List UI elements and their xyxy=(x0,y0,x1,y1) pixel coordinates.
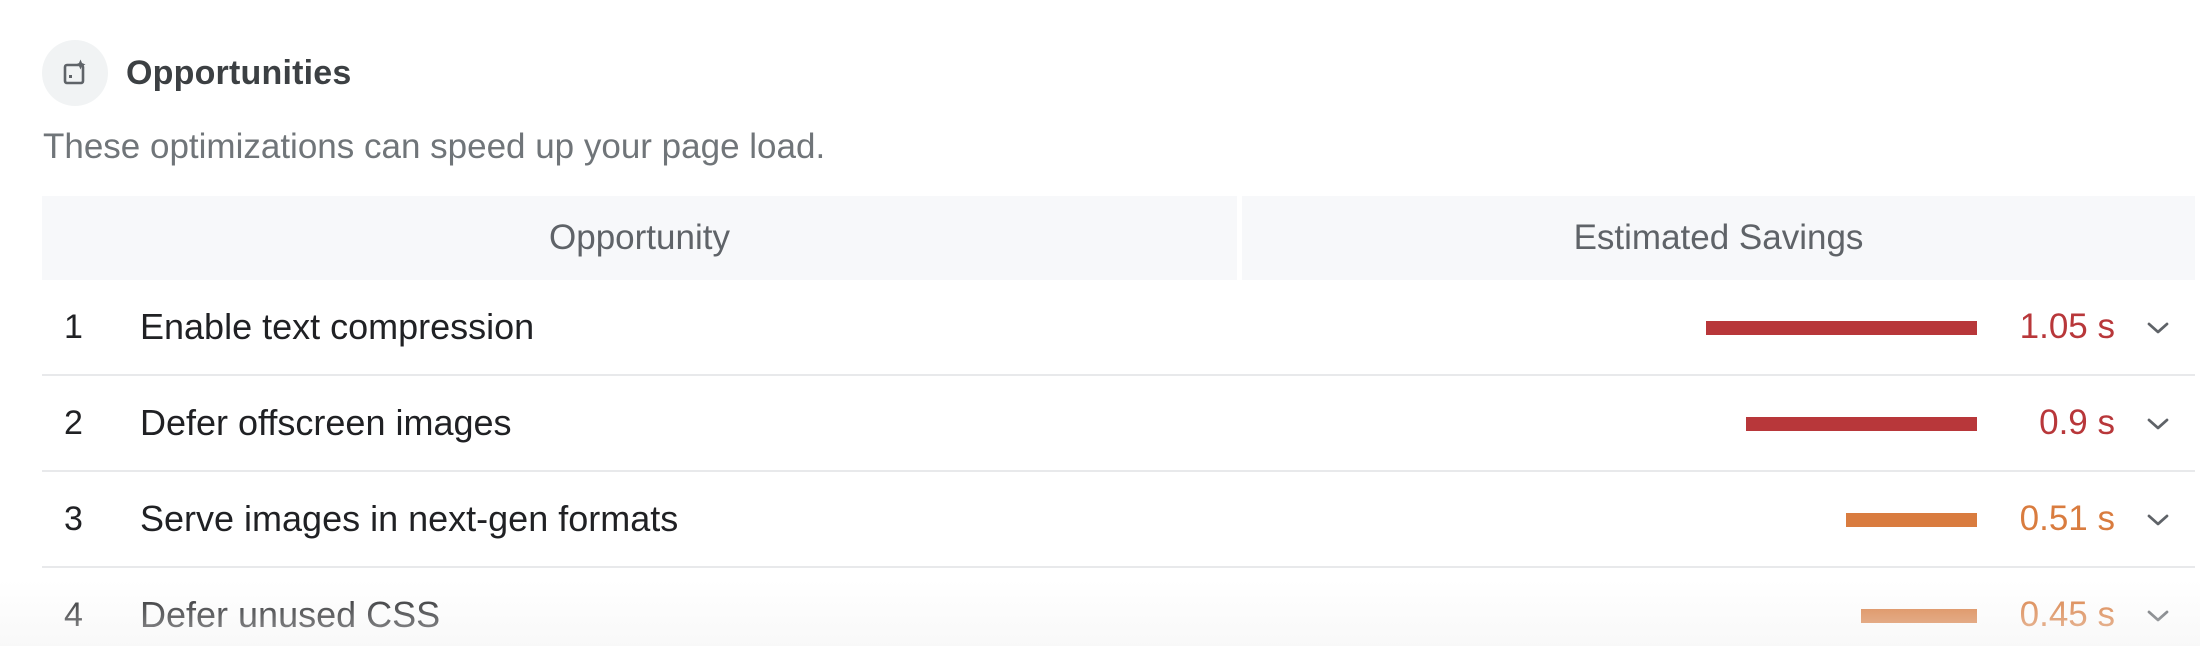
row-number: 3 xyxy=(64,499,83,538)
savings-bar xyxy=(1557,609,1977,623)
column-header-opportunity: Opportunity xyxy=(42,196,1237,280)
opportunities-table: Opportunity Estimated Savings 1 Enable t… xyxy=(42,196,2195,646)
chevron-down-icon[interactable] xyxy=(2143,601,2173,631)
opportunity-title: Serve images in next-gen formats xyxy=(140,498,679,539)
table-row[interactable]: 1 Enable text compression 1.05 s xyxy=(42,280,2195,376)
table-row[interactable]: 2 Defer offscreen images 0.9 s xyxy=(42,376,2195,472)
chevron-down-icon[interactable] xyxy=(2143,409,2173,439)
table-header: Opportunity Estimated Savings xyxy=(42,196,2195,280)
savings-value: 0.9 s xyxy=(2039,403,2115,442)
row-number: 4 xyxy=(64,595,83,634)
savings-bar-fill xyxy=(1706,321,1977,335)
savings-bar xyxy=(1557,417,1977,431)
section-description: These optimizations can speed up your pa… xyxy=(43,127,826,166)
savings-bar xyxy=(1557,513,1977,527)
section-header: Opportunities xyxy=(42,40,351,106)
savings-value: 0.51 s xyxy=(2019,499,2115,538)
savings-bar-fill xyxy=(1861,609,1977,623)
column-header-estimated-savings: Estimated Savings xyxy=(1242,196,2195,280)
section-title: Opportunities xyxy=(126,53,352,92)
opportunities-page: Opportunities These optimizations can sp… xyxy=(0,0,2200,646)
savings-value: 1.05 s xyxy=(2019,307,2115,346)
opportunity-title: Enable text compression xyxy=(140,306,535,347)
savings-bar-fill xyxy=(1846,513,1977,527)
opportunity-title: Defer unused CSS xyxy=(140,594,441,635)
savings-bar xyxy=(1557,321,1977,335)
savings-value: 0.45 s xyxy=(2019,595,2115,634)
chevron-down-icon[interactable] xyxy=(2143,505,2173,535)
savings-bar-fill xyxy=(1746,417,1977,431)
row-number: 1 xyxy=(64,307,83,346)
table-row[interactable]: 3 Serve images in next-gen formats 0.51 … xyxy=(42,472,2195,568)
sparkle-document-icon xyxy=(42,40,108,106)
table-row[interactable]: 4 Defer unused CSS 0.45 s xyxy=(42,568,2195,646)
chevron-down-icon[interactable] xyxy=(2143,313,2173,343)
row-number: 2 xyxy=(64,403,83,442)
opportunity-title: Defer offscreen images xyxy=(140,402,512,443)
